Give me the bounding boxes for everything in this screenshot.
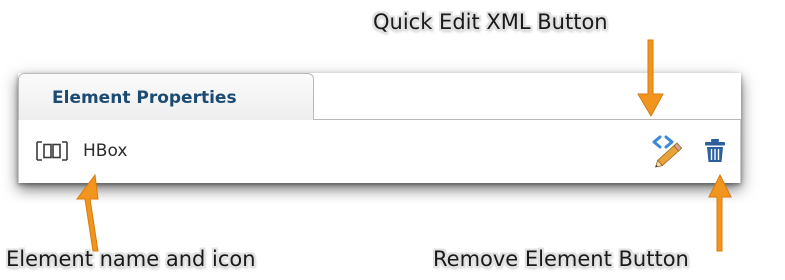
xml-pencil-icon	[652, 135, 683, 168]
arrow-to-element-name	[76, 173, 99, 252]
quick-edit-xml-button[interactable]	[651, 134, 691, 168]
arrow-to-quick-edit	[637, 39, 664, 118]
element-row: HBox	[19, 120, 740, 183]
remove-element-button[interactable]	[704, 138, 726, 164]
callout-remove-label: Remove Element Button	[433, 247, 689, 271]
element-name: HBox	[83, 141, 128, 161]
callout-element-name-label: Element name and icon	[6, 247, 256, 271]
panel-right-border	[740, 120, 741, 183]
arrow-to-remove	[708, 173, 732, 252]
trash-icon	[705, 139, 725, 162]
callout-quick-edit-label: Quick Edit XML Button	[373, 10, 608, 34]
hbox-icon	[36, 141, 68, 161]
tab-title: Element Properties	[52, 88, 237, 108]
tab-element-properties[interactable]: Element Properties	[18, 73, 314, 120]
